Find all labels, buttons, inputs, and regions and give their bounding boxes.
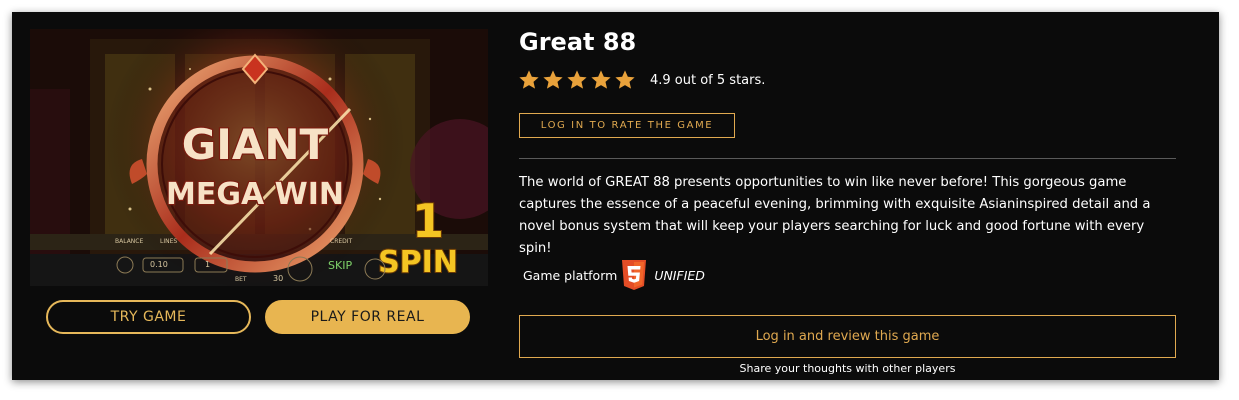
star-icon <box>519 70 539 89</box>
artwork-line2: MEGA WIN <box>166 177 344 212</box>
reel-value-bet: 30 <box>273 274 283 283</box>
star-icon <box>591 70 611 89</box>
review-game-button[interactable]: Log in and review this game <box>519 315 1176 358</box>
platform-label: Game platform <box>523 267 618 283</box>
star-icon <box>615 70 635 89</box>
game-platform: Game platform UNIFIED <box>523 260 705 290</box>
artwork-spin-word: SPIN <box>378 245 458 280</box>
game-artwork[interactable]: GIANT MEGA WIN 1 SPIN BALANCE LINES CRED… <box>30 29 488 286</box>
star-icon <box>567 70 587 89</box>
reel-label-lines: LINES <box>160 238 177 245</box>
play-for-real-button[interactable]: PLAY FOR REAL <box>265 300 470 334</box>
platform-value: UNIFIED <box>654 267 705 283</box>
game-title: Great 88 <box>519 28 637 56</box>
html5-icon <box>622 260 647 290</box>
login-to-rate-button[interactable]: LOG IN TO RATE THE GAME <box>519 113 735 138</box>
reel-label-bet: BET <box>235 276 247 283</box>
reel-value-lines: 1 <box>205 260 210 269</box>
share-thoughts-text: Share your thoughts with other players <box>739 362 956 375</box>
divider <box>519 158 1176 159</box>
reel-label-balance: BALANCE <box>115 238 143 245</box>
reel-label-skip: SKIP <box>328 259 352 272</box>
rating-text: 4.9 out of 5 stars. <box>650 72 766 88</box>
reel-label-credit: CREDIT <box>330 238 353 245</box>
reel-value-coin: 0.10 <box>150 260 168 269</box>
try-game-button[interactable]: TRY GAME <box>46 300 251 334</box>
artwork-spin-count: 1 <box>412 194 444 248</box>
game-card: GIANT MEGA WIN 1 SPIN BALANCE LINES CRED… <box>12 12 1219 380</box>
artwork-line1: GIANT <box>182 120 329 169</box>
artwork-graphic: GIANT MEGA WIN 1 SPIN BALANCE LINES CRED… <box>30 29 488 286</box>
star-icon <box>543 70 563 89</box>
star-rating: 4.9 out of 5 stars. <box>518 69 765 91</box>
game-description: The world of GREAT 88 presents opportuni… <box>519 175 1151 256</box>
